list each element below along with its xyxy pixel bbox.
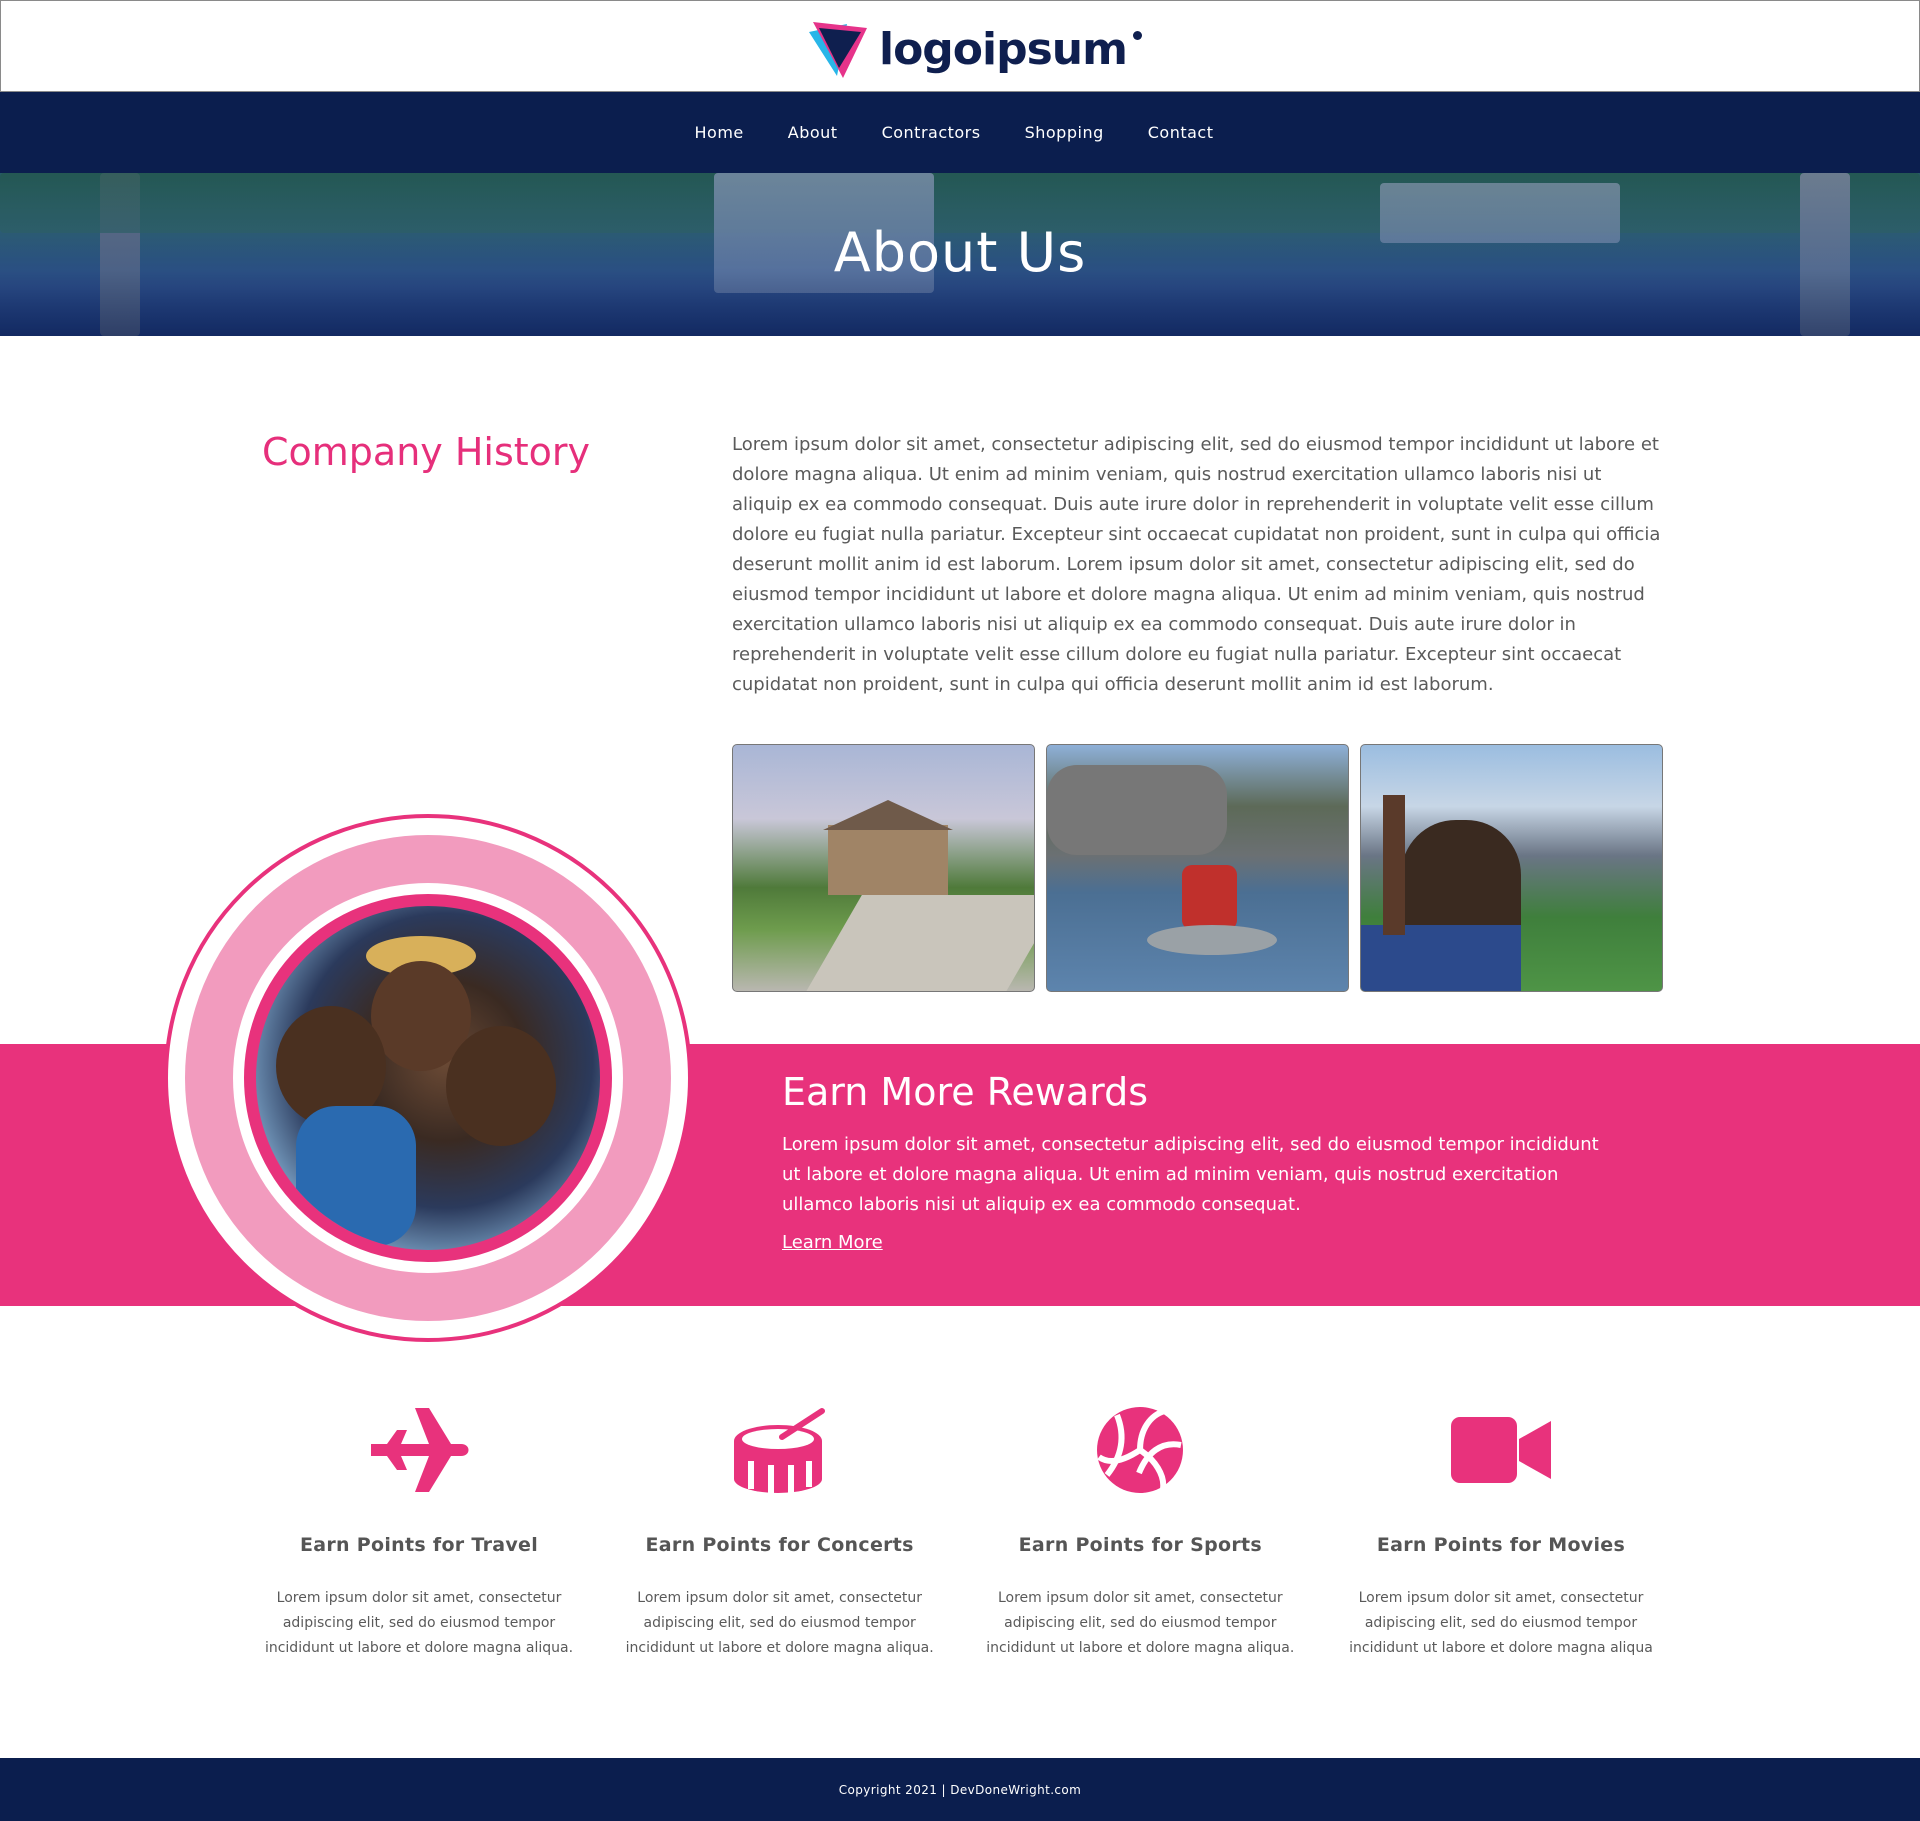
copyright-text: Copyright 2021 | DevDoneWright.com bbox=[838, 1782, 1082, 1797]
kayak-boat bbox=[1147, 925, 1277, 955]
feature-text: Lorem ipsum dolor sit amet, consectetur … bbox=[1349, 1590, 1653, 1656]
site-footer: Copyright 2021 | DevDoneWright.com bbox=[0, 1758, 1920, 1821]
feature-title: Earn Points for Concerts bbox=[645, 1534, 914, 1556]
friends-photo bbox=[244, 894, 612, 1262]
fan-shirt bbox=[1361, 925, 1521, 991]
feature-icon-wrap bbox=[615, 1400, 945, 1500]
house-photo bbox=[732, 744, 1035, 992]
nav-item-shopping[interactable]: Shopping bbox=[1025, 119, 1104, 146]
logo-dot bbox=[1132, 30, 1142, 40]
logo-text: logoipsum bbox=[879, 23, 1128, 75]
feature-title: Earn Points for Movies bbox=[1376, 1534, 1626, 1556]
feature-movies: Earn Points for Movies Lorem ipsum dolor… bbox=[1336, 1400, 1666, 1661]
features-row: Earn Points for Travel Lorem ipsum dolor… bbox=[254, 1400, 1666, 1661]
kayaker bbox=[1182, 865, 1237, 930]
feature-text: Lorem ipsum dolor sit amet, consectetur … bbox=[986, 1590, 1295, 1656]
house-driveway bbox=[804, 895, 1034, 991]
history-title: Company History bbox=[262, 430, 591, 474]
video-camera-icon bbox=[1450, 1417, 1551, 1483]
nav-item-about[interactable]: About bbox=[788, 119, 838, 146]
feature-icon-wrap bbox=[975, 1400, 1305, 1500]
volleyball-icon bbox=[1097, 1407, 1184, 1493]
nav-item-home[interactable]: Home bbox=[695, 119, 744, 146]
rewards-text: Lorem ipsum dolor sit amet, consectetur … bbox=[782, 1134, 1599, 1215]
feature-title: Earn Points for Sports bbox=[1018, 1534, 1262, 1556]
feature-sports: Earn Points for Sports Lorem ipsum dolor… bbox=[975, 1400, 1305, 1661]
feature-icon-wrap bbox=[1336, 1400, 1666, 1500]
learn-more-link[interactable]: Learn More bbox=[782, 1232, 883, 1253]
feature-travel: Earn Points for Travel Lorem ipsum dolor… bbox=[254, 1400, 584, 1661]
site-header: logoipsum bbox=[0, 0, 1920, 92]
feature-concerts: Earn Points for Concerts Lorem ipsum dol… bbox=[615, 1400, 945, 1661]
house-roof bbox=[823, 800, 953, 830]
drum-icon bbox=[733, 1408, 825, 1493]
kayak-rocks bbox=[1047, 765, 1227, 855]
feature-icon-wrap bbox=[254, 1400, 584, 1500]
logo-mark-icon bbox=[809, 22, 867, 78]
feature-text: Lorem ipsum dolor sit amet, consectetur … bbox=[264, 1590, 574, 1656]
fan-arm bbox=[1383, 795, 1405, 935]
shirt-floral bbox=[296, 1106, 416, 1246]
main-nav: Home About Contractors Shopping Contact bbox=[0, 92, 1920, 173]
kayak-photo bbox=[1046, 744, 1349, 992]
page-title: About Us bbox=[833, 221, 1087, 284]
airplane-icon bbox=[371, 1408, 469, 1492]
nav-item-contact[interactable]: Contact bbox=[1148, 119, 1214, 146]
feature-title: Earn Points for Travel bbox=[299, 1534, 539, 1556]
rewards-title: Earn More Rewards bbox=[782, 1070, 1149, 1114]
stadium-photo bbox=[1360, 744, 1663, 992]
history-text: Lorem ipsum dolor sit amet, consectetur … bbox=[732, 434, 1661, 695]
house-body bbox=[828, 825, 948, 895]
feature-text: Lorem ipsum dolor sit amet, consectetur … bbox=[625, 1590, 934, 1656]
photo-gallery bbox=[732, 744, 1663, 992]
hero-banner: About Us bbox=[0, 173, 1920, 336]
face-right bbox=[446, 1026, 556, 1146]
nav-item-contractors[interactable]: Contractors bbox=[882, 119, 981, 146]
site-logo[interactable]: logoipsum bbox=[807, 17, 1142, 81]
